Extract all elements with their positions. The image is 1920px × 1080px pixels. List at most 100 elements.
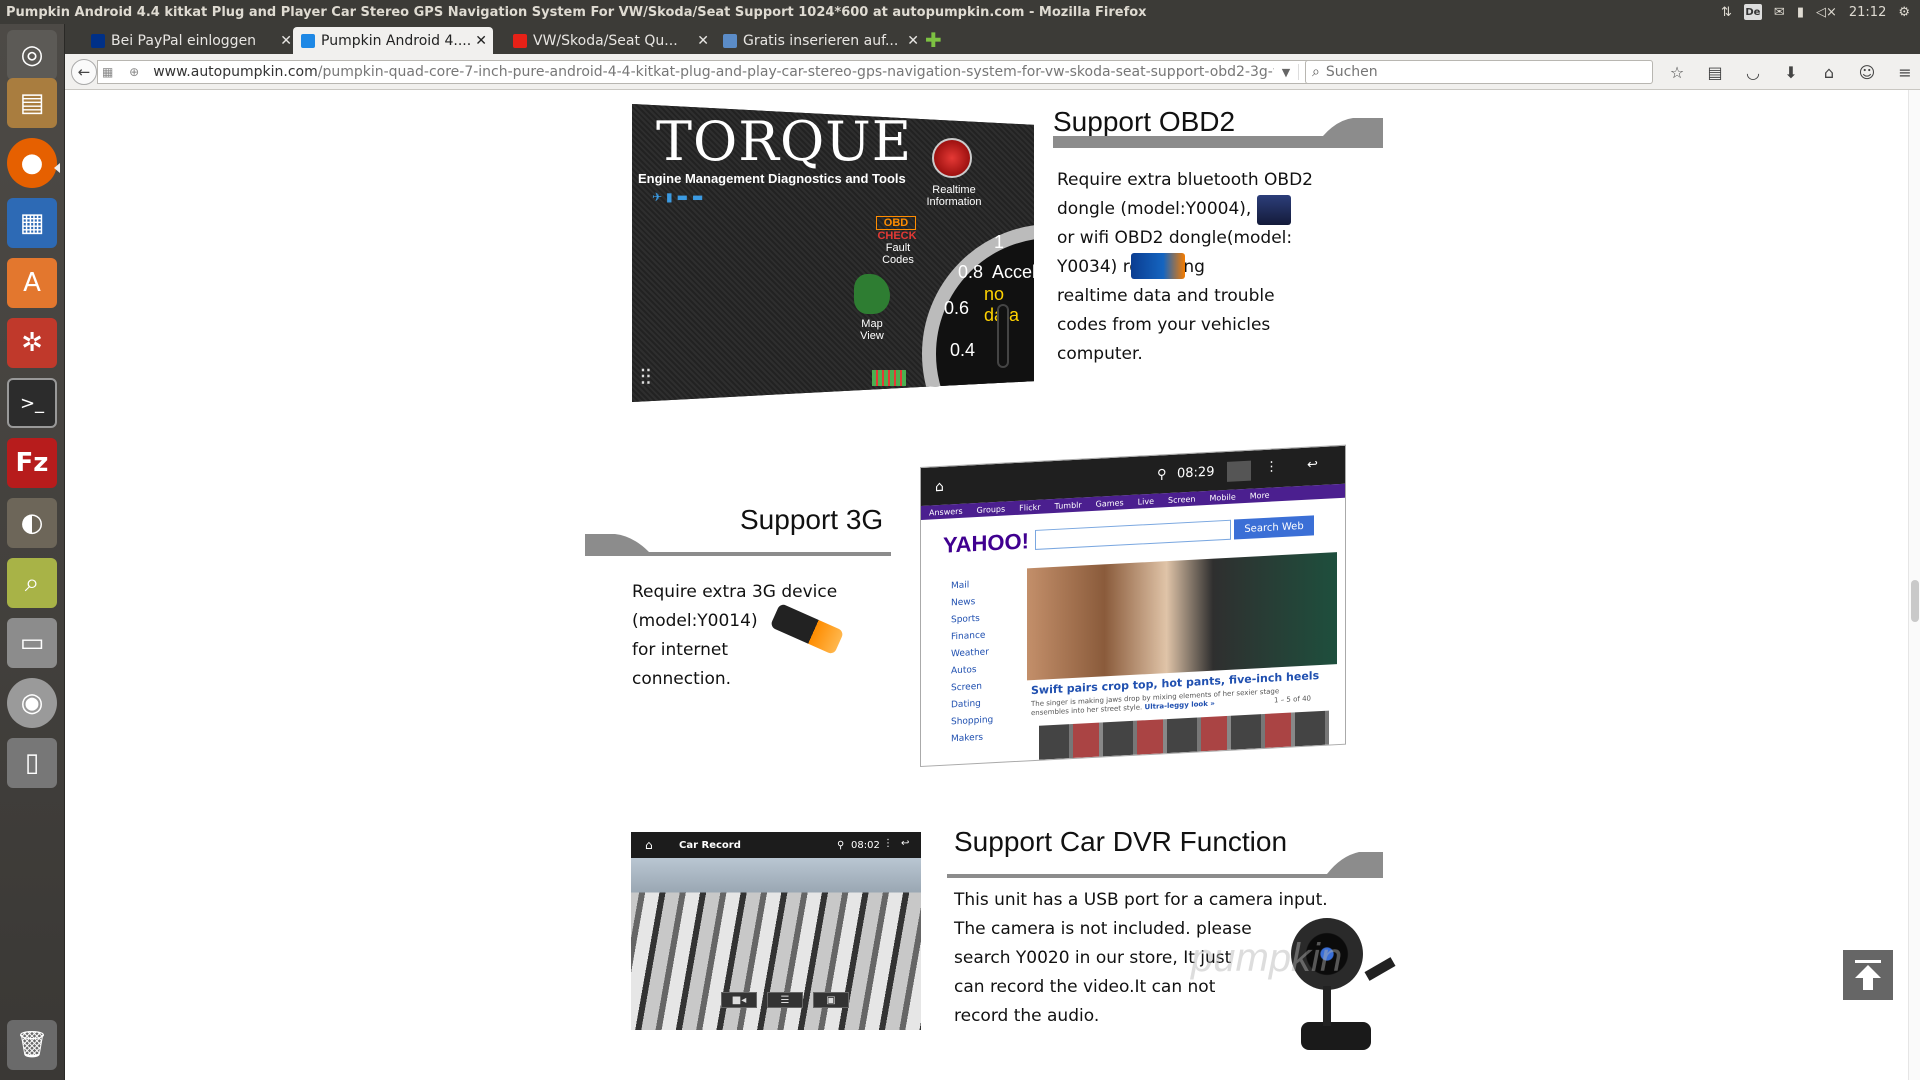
obd2-heading-underline bbox=[1053, 118, 1383, 148]
yahoo-nav-item: Flickr bbox=[1019, 502, 1041, 513]
torque-subtitle: Engine Management Diagnostics and Tools bbox=[638, 171, 906, 186]
tab-paypal[interactable]: Bei PayPal einloggen ✕ bbox=[83, 27, 298, 54]
bookmark-star-icon[interactable]: ☆ bbox=[1666, 62, 1688, 82]
gauge-label: Accel bbox=[992, 262, 1034, 282]
back-arrow-icon: ↩ bbox=[1307, 457, 1318, 473]
gauge-tick: 0.8 bbox=[958, 262, 984, 282]
page-scrollbar[interactable] bbox=[1908, 90, 1920, 1080]
gauge-tick: 1 bbox=[994, 232, 1005, 252]
filezilla-icon[interactable]: Fz bbox=[7, 438, 57, 488]
menu-icon[interactable]: ≡ bbox=[1894, 62, 1916, 82]
side-item: Makers bbox=[951, 732, 984, 745]
ipod-device-icon[interactable]: ▯ bbox=[7, 738, 57, 788]
yahoo-nav-item: Screen bbox=[1168, 494, 1196, 505]
arrow-up-icon bbox=[1855, 960, 1881, 990]
close-tab-icon[interactable]: ✕ bbox=[475, 33, 487, 49]
gear-icon[interactable]: ⚙ bbox=[1898, 5, 1910, 20]
car-record-screenshot: ⌂ Car Record ⚲ 08:02 ⋮ ↩ ■◂ ☰ ▣ bbox=[631, 832, 921, 1030]
network-icon[interactable]: ⇅ bbox=[1721, 5, 1732, 20]
disks-icon[interactable]: ▭ bbox=[7, 618, 57, 668]
back-to-top-button[interactable] bbox=[1843, 950, 1893, 1000]
terminal-icon[interactable]: >_ bbox=[7, 378, 57, 428]
text-line: This unit has a USB port for a camera in… bbox=[954, 890, 1328, 910]
downloads-icon[interactable]: ⬇ bbox=[1780, 62, 1802, 82]
paypal-favicon bbox=[91, 33, 105, 48]
top-panel: Pumpkin Android 4.4 kitkat Plug and Play… bbox=[0, 0, 1920, 24]
gauge-needle bbox=[999, 306, 1007, 366]
fault-codes-label: Fault Codes bbox=[882, 242, 914, 266]
tab-pumpkin[interactable]: Pumpkin Android 4.... ✕ bbox=[293, 27, 493, 54]
system-settings-icon[interactable]: ✲ bbox=[7, 318, 57, 368]
yahoo-logo: YAHOO! bbox=[943, 528, 1029, 558]
location-icon: ⚲ bbox=[1157, 467, 1167, 483]
mail-icon[interactable]: ✉ bbox=[1774, 5, 1785, 20]
text-line: codes from your vehicles bbox=[1057, 315, 1271, 335]
home-icon[interactable]: ⌂ bbox=[1818, 62, 1840, 82]
bluetooth-dongle-image bbox=[1257, 195, 1292, 225]
torque-title: TORQUE bbox=[656, 110, 913, 173]
nav-bar: ← ▦ ⊕ www.autopumpkin.com/pumpkin-quad-c… bbox=[65, 54, 1920, 90]
files-icon[interactable]: ▤ bbox=[7, 78, 57, 128]
keyboard-layout-indicator[interactable]: De bbox=[1743, 4, 1762, 20]
search-bar[interactable]: ⌕ bbox=[1305, 60, 1653, 84]
new-tab-button[interactable]: ✚ bbox=[925, 28, 942, 52]
close-tab-icon[interactable]: ✕ bbox=[907, 33, 919, 49]
tab-label: Pumpkin Android 4.... bbox=[321, 32, 472, 49]
dash-home-icon[interactable]: ◎ bbox=[7, 30, 57, 80]
tab-gratis-inserieren[interactable]: Gratis inserieren auf... ✕ bbox=[715, 27, 925, 54]
trash-icon[interactable]: 🗑 bbox=[7, 1020, 57, 1070]
site-info-icon[interactable]: ▦ ⊕ bbox=[102, 65, 145, 79]
yahoo-search-button: Search Web bbox=[1234, 515, 1314, 540]
text-line: or wifi OBD2 dongle(model: bbox=[1057, 228, 1293, 248]
chat-icon[interactable]: ☺ bbox=[1856, 62, 1878, 82]
battery-icon[interactable]: ▮ bbox=[1797, 5, 1804, 20]
screenshot-icon bbox=[1227, 460, 1251, 482]
bookmarks-icon[interactable]: ▤ bbox=[1704, 62, 1726, 82]
classifieds-favicon bbox=[723, 33, 737, 48]
check-label: CHECK bbox=[877, 230, 917, 242]
record-video-icon: ■◂ bbox=[721, 992, 757, 1008]
text-line: Require extra 3G device bbox=[632, 582, 838, 602]
news-pager: 1 – 5 of 40 bbox=[1274, 694, 1311, 705]
back-button[interactable]: ← bbox=[71, 59, 97, 85]
camera-cable bbox=[1364, 957, 1396, 981]
map-view-label: Map View bbox=[860, 318, 884, 342]
search-icon: ⌕ bbox=[1312, 64, 1320, 80]
text-line: Require extra bluetooth OBD2 bbox=[1057, 170, 1313, 190]
image-viewer-icon[interactable]: ⌕ bbox=[7, 558, 57, 608]
writer-icon[interactable]: ▦ bbox=[7, 198, 57, 248]
yahoo-nav-item: Answers bbox=[929, 506, 963, 518]
tab-strip: Bei PayPal einloggen ✕ Pumpkin Android 4… bbox=[65, 24, 1920, 54]
clock[interactable]: 21:12 bbox=[1849, 5, 1886, 20]
wifi-dongle-image bbox=[1130, 253, 1185, 279]
url-bar[interactable]: ▦ ⊕ www.autopumpkin.com/pumpkin-quad-cor… bbox=[97, 60, 1327, 84]
more-icon: ⋮ bbox=[883, 838, 893, 849]
yahoo-browser-screenshot: ⌂ ⚲ 08:29 ⋮ ↩ Answers Groups Flickr Tumb… bbox=[920, 444, 1346, 767]
url-dropdown-icon[interactable]: ▼ bbox=[1274, 66, 1298, 79]
yahoo-nav-item: Groups bbox=[976, 504, 1006, 515]
dvd-drive-icon[interactable]: ◉ bbox=[7, 678, 57, 728]
tab-label: Bei PayPal einloggen bbox=[111, 32, 257, 49]
software-center-icon[interactable]: A bbox=[7, 258, 57, 308]
side-item: Weather bbox=[951, 647, 989, 660]
realtime-label: Realtime Information bbox=[926, 184, 982, 208]
torque-app-screenshot: TORQUE Engine Management Diagnostics and… bbox=[632, 104, 1034, 402]
torque-status-icons: ✈▮▬▬ bbox=[652, 190, 708, 204]
firefox-icon[interactable]: ● bbox=[7, 138, 57, 188]
status-time: 08:29 bbox=[1177, 464, 1215, 482]
active-app-pip bbox=[54, 163, 60, 173]
yahoo-search-box bbox=[1035, 519, 1231, 550]
scrollbar-thumb[interactable] bbox=[1911, 580, 1919, 622]
more-icon: ⋮ bbox=[1265, 459, 1278, 475]
yahoo-nav-item: More bbox=[1249, 490, 1270, 501]
text-line: record the audio. bbox=[954, 1006, 1100, 1026]
graph-icon bbox=[872, 370, 906, 386]
gauge-value: no data bbox=[984, 284, 1019, 325]
volume-icon[interactable]: ◁× bbox=[1816, 5, 1837, 20]
close-tab-icon[interactable]: ✕ bbox=[697, 33, 709, 49]
tab-vw-skoda-seat[interactable]: VW/Skoda/Seat Qu... ✕ bbox=[505, 27, 715, 54]
pocket-icon[interactable]: ◡ bbox=[1742, 62, 1764, 82]
search-input[interactable] bbox=[1325, 64, 1626, 80]
close-tab-icon[interactable]: ✕ bbox=[280, 33, 292, 49]
gimp-icon[interactable]: ◐ bbox=[7, 498, 57, 548]
